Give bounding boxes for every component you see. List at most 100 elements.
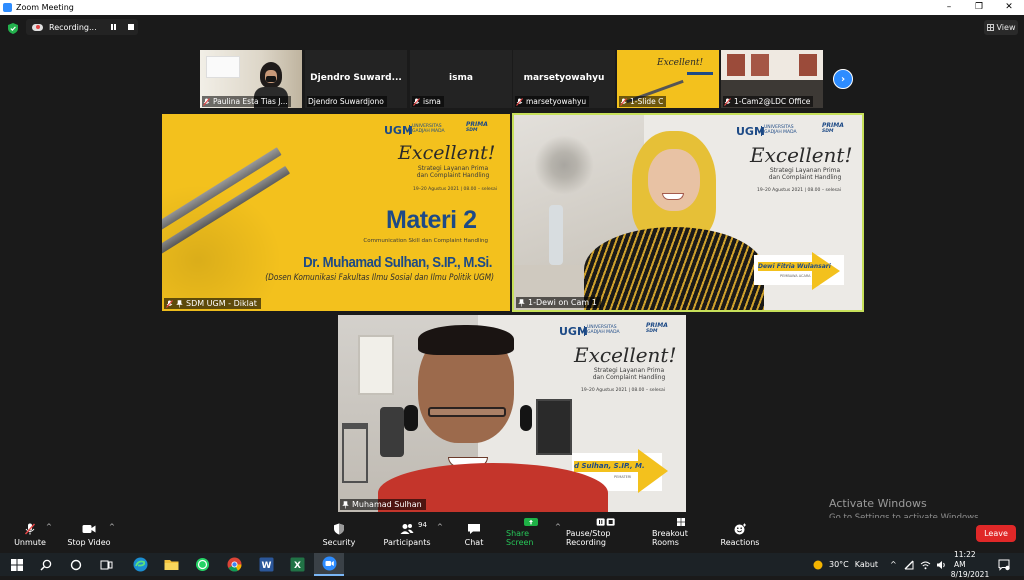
- headset: [404, 405, 418, 431]
- clock[interactable]: 11:22 AM 8/19/2021: [951, 549, 989, 579]
- shadow: [162, 184, 282, 311]
- nameplate-role: PEMBAWA ACARA: [780, 274, 811, 278]
- participant-thumbnail[interactable]: Paulina Esta Tias J...: [200, 50, 302, 108]
- encryption-shield-icon[interactable]: [8, 23, 18, 34]
- video-tile-sulhan[interactable]: UGM UNIVERSITAS GADJAH MADA PRIMA SDM Exce…: [338, 315, 686, 512]
- view-button[interactable]: View: [984, 20, 1018, 35]
- edge-browser-icon: [133, 557, 147, 572]
- speaker-affiliation: (Dosen Komunikasi Fakultas Ilmu Sosial d…: [265, 273, 494, 283]
- nameplate-name: d Sulhan, S.IP., M.Si.: [574, 461, 644, 472]
- participant-thumbnail[interactable]: isma isma: [410, 50, 512, 108]
- video-tile-slide[interactable]: UGM UNIVERSITAS GADJAH MADA PRIMA SDM Exce…: [162, 114, 510, 311]
- unmute-button[interactable]: Unmute: [12, 518, 48, 553]
- share-screen-button[interactable]: Share Screen: [506, 518, 556, 553]
- pause-recording-icon[interactable]: [110, 24, 117, 30]
- pin-icon: [176, 299, 183, 307]
- taskbar-chrome-app[interactable]: [221, 553, 247, 576]
- breakout-rooms-icon: [677, 518, 685, 526]
- speaker-name: Dr. Muhamad Sulhan, S.IP., M.Si.: [303, 254, 492, 271]
- university-name: UNIVERSITAS GADJAH MADA: [587, 325, 620, 335]
- university-name: UNIVERSITAS GADJAH MADA: [412, 124, 445, 134]
- tray-volume-icon[interactable]: [936, 553, 947, 576]
- monitor: [536, 399, 572, 455]
- window-title: Zoom Meeting: [16, 3, 74, 12]
- minimize-button[interactable]: –: [934, 0, 964, 15]
- stop-video-button[interactable]: Stop Video: [66, 518, 112, 553]
- pin-icon: [518, 298, 525, 306]
- taskbar-search-button[interactable]: [36, 553, 56, 576]
- poster: [206, 56, 240, 78]
- video-tile-label: Muhamad Sulhan: [340, 499, 426, 510]
- glasses: [428, 407, 506, 417]
- taskbar-whatsapp-app[interactable]: [190, 553, 214, 576]
- taskbar-edge-app[interactable]: [128, 553, 152, 576]
- participant-thumbnail[interactable]: marsetyowahyu marsetyowahyu: [513, 50, 615, 108]
- participant-name-label: 1-Slide C: [619, 96, 667, 107]
- notification-center-icon: [998, 559, 1010, 571]
- weather-temperature: 30°C: [829, 560, 849, 569]
- video-tile-dewi[interactable]: UGM UNIVERSITAS GADJAH MADA PRIMA SDM Exce…: [512, 113, 864, 312]
- share-options-caret[interactable]: ^: [555, 523, 561, 531]
- leave-button[interactable]: Leave: [976, 525, 1016, 542]
- tray-overflow-caret[interactable]: ^: [890, 553, 897, 576]
- breakout-rooms-button[interactable]: Breakout Rooms: [652, 518, 710, 553]
- participant-name-label: Paulina Esta Tias J...: [202, 96, 291, 107]
- participant-name-label: Djendro Suwardjono: [307, 96, 387, 107]
- participant-name-label: marsetyowahyu: [515, 96, 590, 107]
- recording-label: Recording...: [49, 22, 97, 32]
- restore-button[interactable]: ❐: [964, 0, 994, 15]
- muted-mic-icon: [620, 97, 627, 106]
- task-view-button[interactable]: [96, 553, 116, 576]
- tray-wifi-icon[interactable]: [920, 553, 931, 576]
- chat-button[interactable]: Chat: [460, 518, 488, 553]
- taskbar-zoom-app-active[interactable]: [314, 553, 344, 576]
- taskbar-file-explorer-app[interactable]: [158, 553, 184, 576]
- wifi-icon: [920, 561, 931, 569]
- office-window: [751, 54, 769, 76]
- participant-thumbnail[interactable]: Djendro Suward... Djendro Suwardjono: [305, 50, 407, 108]
- event-date: 19–20 Agustus 2021 | 08.00 – selesai: [413, 187, 497, 192]
- participants-icon: [400, 524, 414, 534]
- cortana-button[interactable]: [66, 553, 86, 576]
- security-shield-icon: [334, 523, 344, 535]
- taskbar-excel-app[interactable]: X: [284, 553, 310, 576]
- grid-view-icon: [986, 24, 994, 31]
- taskbar-word-app[interactable]: W: [253, 553, 279, 576]
- next-page-button[interactable]: ›: [833, 69, 853, 89]
- weather-widget[interactable]: 30°C Kabut: [812, 553, 878, 576]
- close-window-button[interactable]: ✕: [994, 0, 1024, 15]
- participants-options-caret[interactable]: ^: [437, 523, 443, 531]
- participant-thumbnail[interactable]: Excellent! 1-Slide C: [617, 50, 719, 108]
- audio-options-caret[interactable]: ^: [46, 523, 52, 531]
- muted-mic-icon: [724, 97, 731, 106]
- university-name: UNIVERSITAS GADJAH MADA: [764, 125, 797, 135]
- view-label: View: [996, 23, 1016, 32]
- tray-network-icon[interactable]: [904, 553, 915, 576]
- stool: [342, 423, 368, 483]
- pause-stop-recording-button[interactable]: Pause/Stop Recording: [566, 518, 646, 553]
- recording-indicator: Recording...: [26, 19, 138, 35]
- video-tile-label: SDM UGM - Diklat: [164, 298, 261, 309]
- title-bar: Zoom Meeting – ❐ ✕: [0, 0, 1024, 15]
- muted-mic-icon: [203, 97, 210, 106]
- folder-icon: [164, 560, 178, 570]
- vase: [549, 205, 563, 265]
- face: [648, 149, 700, 211]
- reactions-button[interactable]: Reactions: [720, 518, 760, 553]
- nameplate-role: PEMATERI: [614, 475, 632, 479]
- word-icon: W: [259, 557, 273, 572]
- participant-thumbnail[interactable]: 1-Cam2@LDC Office: [721, 50, 823, 108]
- windows-logo-icon: [11, 558, 23, 571]
- notifications-button[interactable]: [998, 553, 1010, 576]
- svg-text:W: W: [261, 561, 271, 571]
- cloud-recording-icon: [32, 23, 43, 31]
- weather-description: Kabut: [854, 560, 879, 569]
- clock-time: 11:22 AM: [954, 549, 976, 569]
- security-button[interactable]: Security: [322, 518, 356, 553]
- nameplate-chevron: [812, 252, 840, 290]
- video-camera-icon: [82, 525, 96, 533]
- video-options-caret[interactable]: ^: [109, 523, 115, 531]
- office-chair: [380, 407, 404, 457]
- stop-recording-icon[interactable]: [128, 24, 135, 30]
- windows-start-button[interactable]: [6, 553, 28, 576]
